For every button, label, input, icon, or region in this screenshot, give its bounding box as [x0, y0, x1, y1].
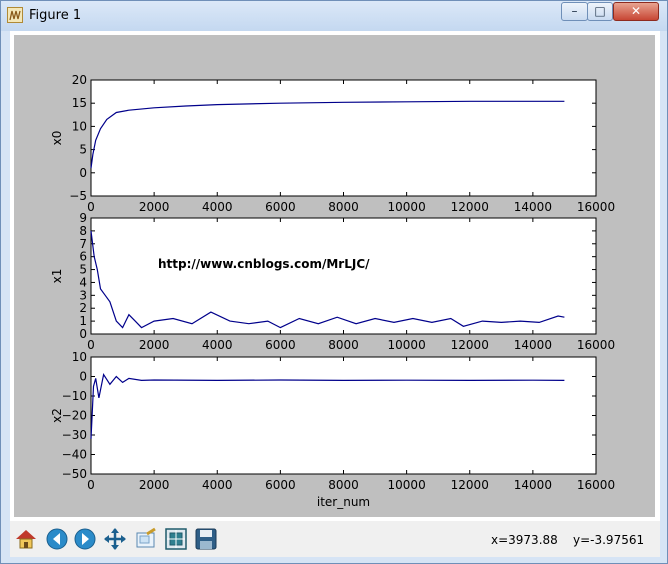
y-axis-label: x1 — [50, 269, 64, 284]
save-icon — [195, 528, 217, 550]
x-tick-label: 2000 — [139, 478, 170, 492]
cursor-y-readout: y=-3.97561 — [573, 533, 645, 547]
forward-icon — [74, 528, 96, 550]
axes-2 — [90, 217, 597, 335]
y-tick-label: −30 — [62, 428, 87, 442]
y-tick-label: 3 — [79, 288, 87, 302]
x-tick-label: 0 — [87, 478, 95, 492]
y-tick-label: 15 — [72, 96, 87, 110]
x-tick-label: 10000 — [388, 478, 426, 492]
x-tick-label: 10000 — [388, 200, 426, 214]
x-tick-label: 10000 — [388, 338, 426, 352]
x-tick-label: 16000 — [577, 478, 615, 492]
y-tick-label: 5 — [79, 263, 87, 277]
forward-button[interactable] — [72, 526, 98, 552]
x-tick-label: 4000 — [202, 338, 233, 352]
y-tick-label: 10 — [72, 119, 87, 133]
x-tick-label: 8000 — [328, 478, 359, 492]
zoom-button[interactable] — [133, 526, 159, 552]
y-tick-label: 2 — [79, 301, 87, 315]
maximize-button[interactable]: □ — [587, 2, 613, 21]
minimize-button[interactable]: – — [561, 2, 588, 21]
pan-icon — [104, 528, 126, 550]
watermark-annotation: http://www.cnblogs.com/MrLJC/ — [158, 257, 370, 271]
y-tick-label: 8 — [79, 224, 87, 238]
y-tick-label: 7 — [79, 237, 87, 251]
y-tick-label: 10 — [72, 350, 87, 364]
axes-1 — [90, 79, 597, 197]
y-tick-label: 1 — [79, 314, 87, 328]
navigation-toolbar: x=3973.88 y=-3.97561 — [10, 521, 660, 557]
x-tick-label: 8000 — [328, 200, 359, 214]
y-tick-label: −5 — [69, 189, 87, 203]
x-tick-label: 12000 — [451, 200, 489, 214]
window-title: Figure 1 — [29, 8, 82, 23]
x-tick-label: 12000 — [451, 338, 489, 352]
y-axis-label: x0 — [50, 131, 64, 146]
y-tick-label: 4 — [79, 275, 87, 289]
figure-window: Figure 1 – □ ✕ 0 2000 4000 6000 8000 10000 120… — [0, 0, 668, 564]
x-tick-label: 16000 — [577, 200, 615, 214]
x-tick-label: 4000 — [202, 200, 233, 214]
x-axis-label: iter_num — [317, 495, 370, 509]
x-tick-label: 8000 — [328, 338, 359, 352]
title-bar[interactable]: Figure 1 – □ ✕ — [1, 1, 667, 31]
y-tick-label: 0 — [79, 166, 87, 180]
subplots-button[interactable] — [163, 526, 189, 552]
x-tick-label: 12000 — [451, 478, 489, 492]
close-button[interactable]: ✕ — [613, 2, 659, 21]
y-tick-label: 6 — [79, 250, 87, 264]
zoom-icon — [136, 527, 156, 548]
back-button[interactable] — [44, 526, 70, 552]
x-tick-label: 4000 — [202, 478, 233, 492]
x-tick-label: 2000 — [139, 338, 170, 352]
y-axis-label: x2 — [50, 408, 64, 423]
home-button[interactable] — [13, 526, 39, 552]
home-icon — [16, 530, 36, 549]
y-tick-label: 9 — [79, 211, 87, 225]
y-tick-label: −50 — [62, 467, 87, 481]
matplotlib-app-icon — [7, 7, 23, 23]
figure-canvas-frame: 0 2000 4000 6000 8000 10000 12000 14000 16000 −5 0… — [10, 31, 660, 521]
x-tick-label: 6000 — [265, 338, 296, 352]
cursor-x-readout: x=3973.88 — [491, 533, 558, 547]
x-tick-label: 14000 — [514, 338, 552, 352]
y-tick-label: −10 — [62, 389, 87, 403]
y-tick-label: 20 — [72, 73, 87, 87]
x-tick-label: 2000 — [139, 200, 170, 214]
save-button[interactable] — [193, 526, 219, 552]
axes-3 — [90, 356, 597, 475]
x-tick-label: 6000 — [265, 478, 296, 492]
x-tick-label: 0 — [87, 338, 95, 352]
y-tick-label: 0 — [79, 327, 87, 341]
y-tick-label: −20 — [62, 409, 87, 423]
pan-button[interactable] — [102, 526, 128, 552]
x-tick-label: 0 — [87, 200, 95, 214]
plots-svg: 0 2000 4000 6000 8000 10000 12000 14000 16000−50… — [50, 73, 615, 509]
x-tick-label: 6000 — [265, 200, 296, 214]
x-tick-label: 14000 — [514, 200, 552, 214]
subplots-icon — [165, 528, 187, 550]
y-tick-label: 0 — [79, 370, 87, 384]
y-tick-label: 5 — [79, 143, 87, 157]
back-icon — [46, 528, 68, 550]
x-tick-label: 14000 — [514, 478, 552, 492]
x-tick-label: 16000 — [577, 338, 615, 352]
y-tick-label: −40 — [62, 448, 87, 462]
figure-canvas[interactable]: 0 2000 4000 6000 8000 10000 12000 14000 16000 −5 0… — [14, 35, 655, 517]
